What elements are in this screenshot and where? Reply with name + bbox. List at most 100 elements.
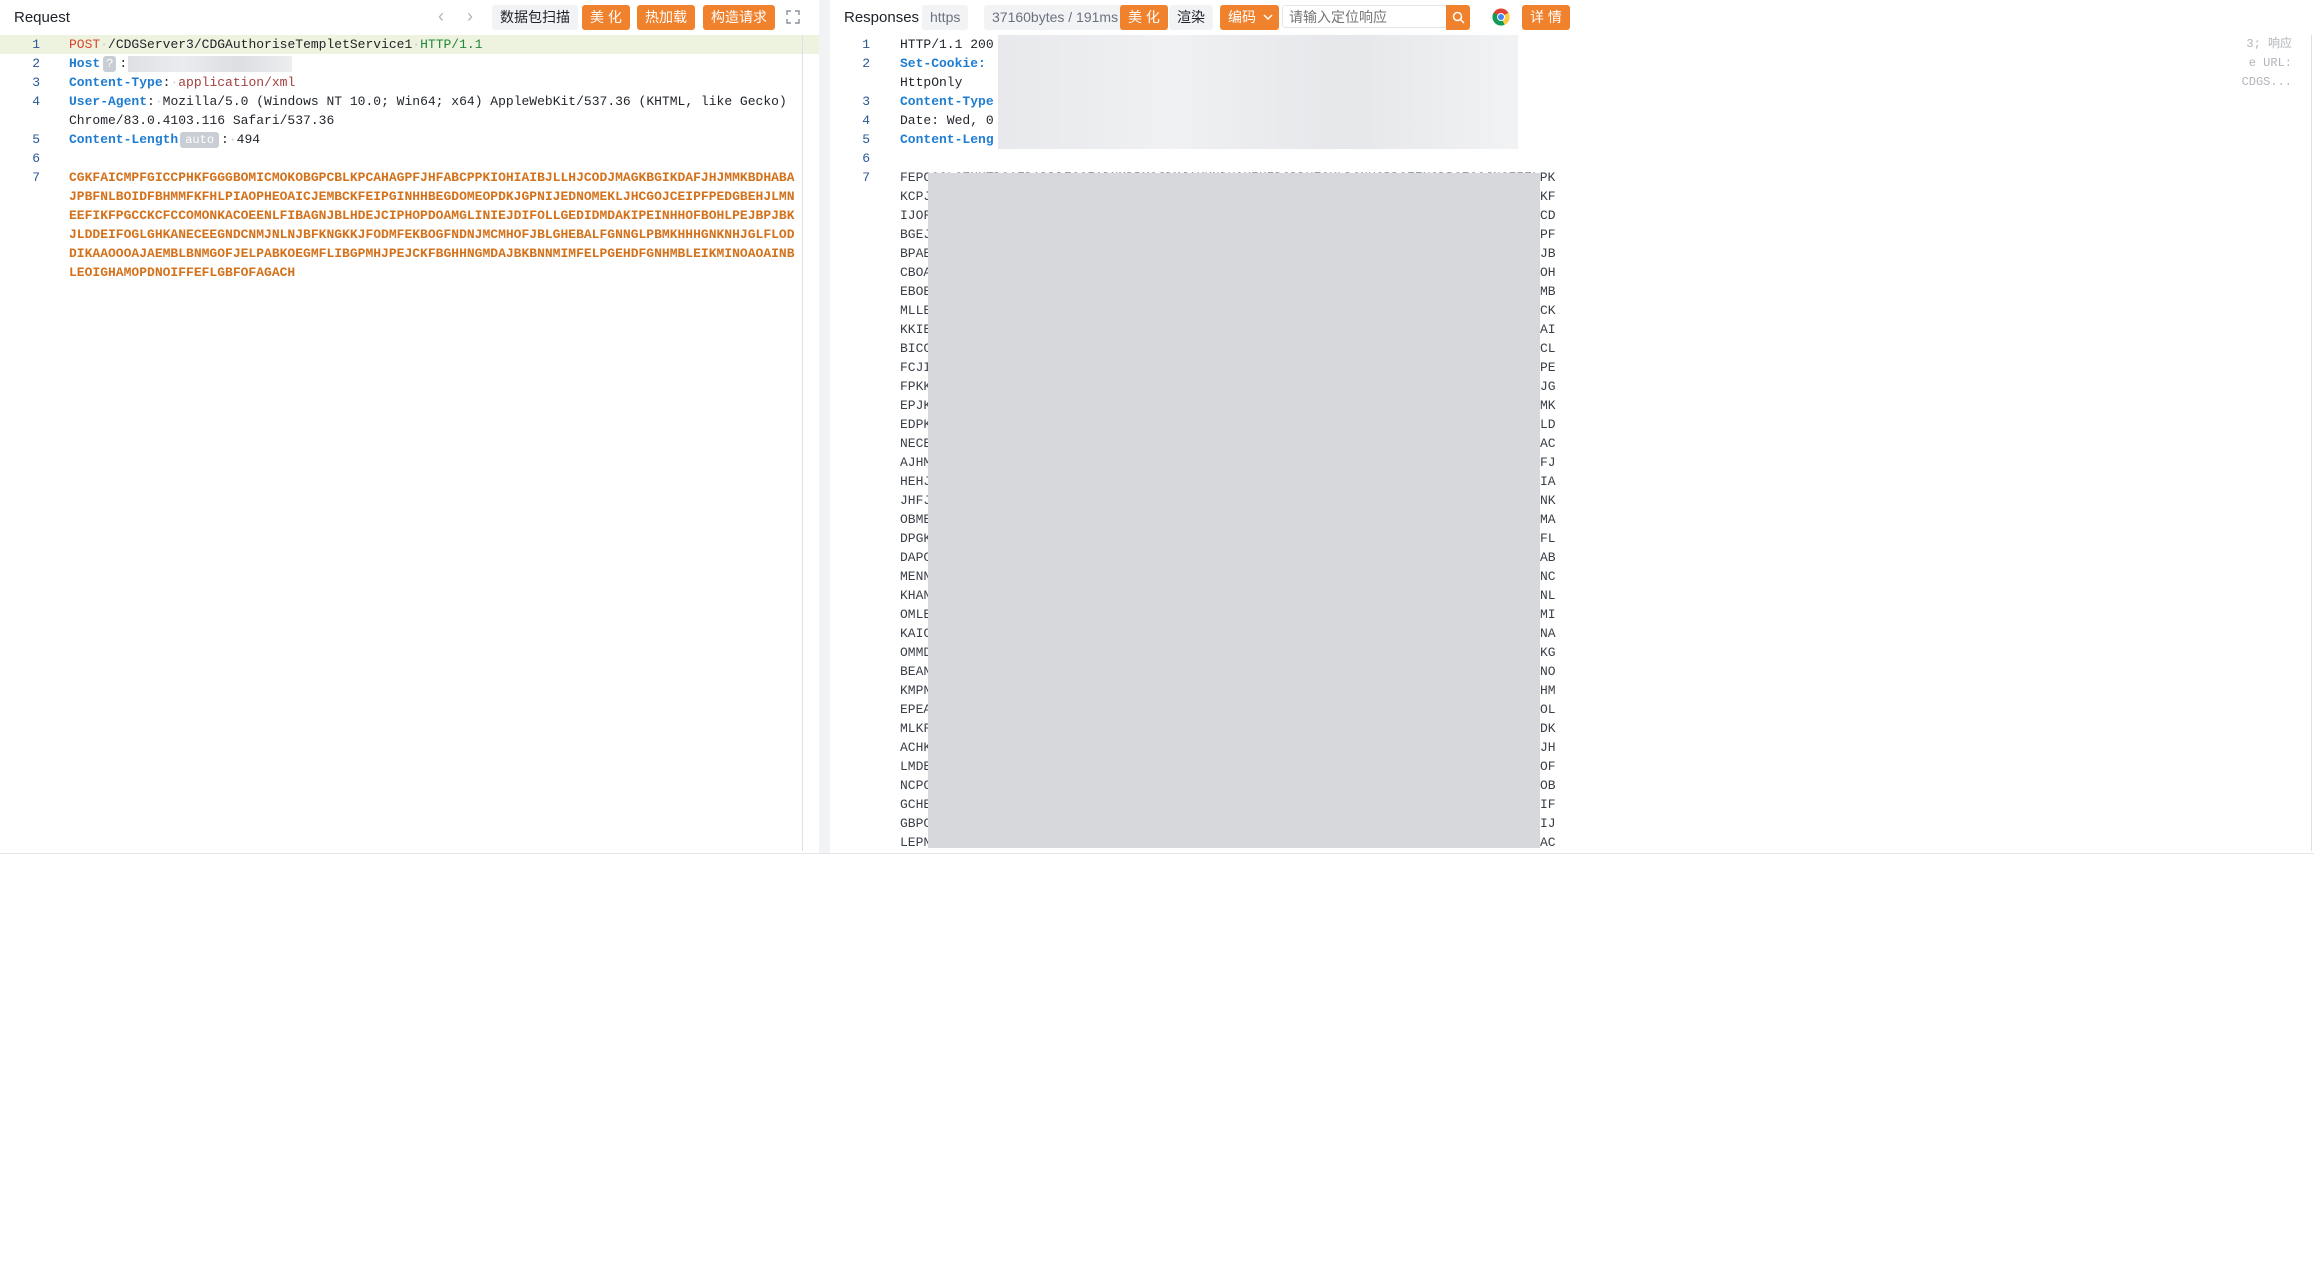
response-editor[interactable]: 1 HTTP/1.1 200 3; 响应 2 Set-Cookie: e URL…	[830, 35, 2314, 853]
line-number: 5	[32, 132, 40, 147]
chrome-icon[interactable]	[1492, 8, 1510, 31]
search-button[interactable]	[1446, 5, 1470, 30]
response-scrollbar[interactable]	[2311, 35, 2312, 851]
response-body-fragment-right: AC	[1540, 436, 1556, 451]
hot-reload-button[interactable]: 热加载	[637, 5, 695, 30]
request-scrollbar[interactable]	[802, 35, 803, 851]
response-body-fragment-left: IJOF	[900, 208, 932, 223]
redacted-headers	[998, 35, 1518, 149]
header-value-user-agent: Mozilla/5.0 (Windows NT 10.0; Win64; x64…	[162, 94, 787, 109]
response-body-fragment-right: AI	[1540, 322, 1556, 337]
response-body-fragment-left: OMLE	[900, 607, 932, 622]
response-body-fragment-right: PF	[1540, 227, 1556, 242]
line-number: 1	[32, 37, 40, 52]
request-line-2: 2 Host?:	[0, 54, 819, 73]
response-body-fragment-right: OL	[1540, 702, 1556, 717]
response-body-fragment-right: IJ	[1540, 816, 1556, 831]
search-icon	[1452, 11, 1465, 24]
response-body-fragment-right: CK	[1540, 303, 1556, 318]
response-stats: 37160bytes / 191ms	[984, 5, 1128, 30]
response-body-fragment-left: FCJI	[900, 360, 932, 375]
header-right-snippet: e URL:	[2248, 56, 2292, 70]
beautify-button[interactable]: 美 化	[582, 5, 630, 30]
response-beautify-button[interactable]: 美 化	[1120, 5, 1168, 30]
request-body-line: DIKAAOOOAJAEMBLBNMGOFJELPABKOEGMFLIBGPMH…	[69, 246, 795, 261]
encoding-button[interactable]: 编码	[1220, 5, 1279, 30]
construct-request-button[interactable]: 构造请求	[703, 5, 775, 30]
line-number: 4	[862, 113, 870, 128]
response-body-fragment-right: IA	[1540, 474, 1556, 489]
protocol-badge: https	[922, 5, 969, 30]
line-number: 2	[862, 56, 870, 71]
header-key-content-length: Content-Leng	[900, 132, 994, 147]
header-key-host: Host	[69, 56, 101, 71]
response-body-fragment-left: KCPJ	[900, 189, 932, 204]
response-body-fragment-right: IF	[1540, 797, 1556, 812]
header-value-content-length: 494	[236, 132, 261, 147]
request-line-5: 5 Content-Length auto:·494	[0, 130, 819, 149]
response-body-fragment-left: GCHE	[900, 797, 932, 812]
response-body-fragment-left: LEPN	[900, 835, 932, 850]
next-icon[interactable]: ›	[467, 6, 473, 27]
request-body-line: EEFIKFPGCCKCFCCOMONKACOEENLFIBAGNJBLHDEJ…	[69, 208, 795, 223]
response-line-6: 6	[830, 149, 2314, 168]
request-toolbar: Request ‹ › 数据包扫描 美 化 热加载 构造请求	[0, 0, 819, 35]
encoding-label: 编码	[1228, 9, 1256, 25]
header-key-content-length: Content-Length	[69, 132, 179, 147]
response-body-fragment-right: FL	[1540, 531, 1556, 546]
panel-divider[interactable]	[819, 0, 830, 853]
response-body-fragment-left: OBME	[900, 512, 932, 527]
header-date: Date: Wed, 0	[900, 113, 994, 128]
request-path: /CDGServer3/CDGAuthoriseTempletService1	[108, 37, 413, 52]
response-body-fragment-right: MA	[1540, 512, 1556, 527]
line-number: 3	[862, 94, 870, 109]
response-body-fragment-right: AB	[1540, 550, 1556, 565]
header-key-set-cookie: Set-Cookie:	[900, 56, 986, 71]
response-body-fragment-right: NK	[1540, 493, 1556, 508]
response-body-fragment-right: OF	[1540, 759, 1556, 774]
response-body-fragment-right: KF	[1540, 189, 1556, 204]
response-body-fragment-left: OMMD	[900, 645, 932, 660]
response-body-fragment-left: KAIC	[900, 626, 932, 641]
response-body-fragment-left: NECE	[900, 436, 932, 451]
response-body-fragment-left: LMDE	[900, 759, 932, 774]
request-body-line: JLDDEIFOGLGHKANECEEGNDCNMJNLNJBFKNGKKJFO…	[69, 227, 795, 242]
status-line: HTTP/1.1 200	[900, 37, 994, 52]
response-body-fragment-left: EPEA	[900, 702, 932, 717]
render-button[interactable]: 渲染	[1169, 5, 1213, 30]
header-value-user-agent-wrap: Chrome/83.0.4103.116 Safari/537.36	[69, 113, 335, 128]
auto-badge[interactable]: auto	[180, 132, 220, 148]
response-body-fragment-right: PE	[1540, 360, 1556, 375]
prev-icon[interactable]: ‹	[438, 6, 444, 27]
packet-scan-button[interactable]: 数据包扫描	[492, 5, 578, 30]
response-body-fragment-left: DAPC	[900, 550, 932, 565]
locate-response-input[interactable]	[1282, 5, 1450, 28]
response-body-fragment-left: HEHJ	[900, 474, 932, 489]
chevron-down-icon	[1263, 14, 1273, 21]
line-number: 6	[862, 151, 870, 166]
detail-button[interactable]: 详 情	[1522, 5, 1570, 30]
response-body-fragment-left: BGEJ	[900, 227, 932, 242]
header-right-snippet: CDGS...	[2241, 75, 2292, 89]
response-body-fragment-right: CL	[1540, 341, 1556, 356]
response-panel: Responses https 37160bytes / 191ms 美 化 渲…	[830, 0, 2314, 853]
line-number: 7	[32, 170, 40, 185]
host-help-badge[interactable]: ?	[103, 56, 117, 72]
response-body-fragment-left: BEAN	[900, 664, 932, 679]
response-body-fragment-left: EDPK	[900, 417, 932, 432]
response-body-fragment-left: FPKK	[900, 379, 932, 394]
response-body-fragment-right: DK	[1540, 721, 1556, 736]
response-body-fragment-right: MI	[1540, 607, 1556, 622]
line-number: 3	[32, 75, 40, 90]
response-body-fragment-right: LD	[1540, 417, 1556, 432]
request-editor[interactable]: 1 POST·/CDGServer3/CDGAuthoriseTempletSe…	[0, 35, 819, 853]
request-line-1: 1 POST·/CDGServer3/CDGAuthoriseTempletSe…	[0, 35, 819, 54]
response-body-fragment-left: BPAE	[900, 246, 932, 261]
response-body-fragment-left: KKIE	[900, 322, 932, 337]
header-key-content-type: Content-Type	[69, 75, 163, 90]
request-line-3: 3 Content-Type:·application/xml	[0, 73, 819, 92]
response-body-fragment-right: KG	[1540, 645, 1556, 660]
response-body-fragment-right: OH	[1540, 265, 1556, 280]
request-body-line: CGKFAICMPFGICCPHKFGGGBOMICMOKOBGPCBLKPCA…	[69, 170, 795, 185]
fullscreen-icon[interactable]	[786, 10, 800, 29]
